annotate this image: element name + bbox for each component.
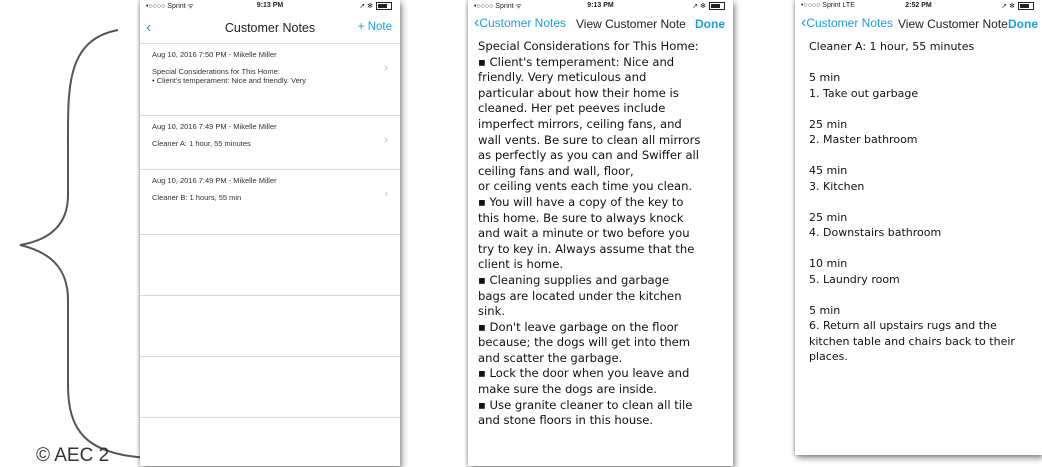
status-icons: ➚ ✻ <box>692 2 725 11</box>
copyright-text: © AEC 2 <box>36 445 110 466</box>
note-line: client is home. <box>478 257 564 272</box>
phone-screen-customer-notes: •○○○○ Sprint ᯤ 9:13 PM ➚ ✻ ‹ Customer No… <box>140 0 400 466</box>
step-task: 5. Laundry room <box>809 272 900 286</box>
step-duration: 10 min <box>809 257 848 270</box>
note-body: Special Considerations for This Home: ▪ C… <box>468 37 733 429</box>
phone-screen-view-note-schedule: •○○○○ Sprint LTE 2:52 PM ➚ ✻ ‹Customer N… <box>795 0 1042 455</box>
page-title: View Customer Note <box>576 17 686 31</box>
step-task: 2. Master bathroom <box>809 133 918 146</box>
status-bar: •○○○○ Sprint ᯤ 9:13 PM ➚ ✻ <box>140 0 400 13</box>
step-task: 4. Downstairs bathroom <box>809 226 942 239</box>
battery-icon <box>376 2 392 11</box>
note-meta: Aug 10, 2016 7:50 PM - Mikelle Miller <box>152 50 277 59</box>
empty-row <box>140 357 400 418</box>
page-title: View Customer Note <box>898 17 1008 31</box>
note-line: this home. Be sure to always knock <box>478 210 684 225</box>
add-note-button[interactable]: + Note <box>358 21 392 33</box>
step-task: 6. Return all upstairs rugs and the <box>809 319 997 332</box>
chevron-right-icon: › <box>384 188 388 200</box>
note-line: wall vents. Be sure to clean all mirrors <box>478 132 701 147</box>
note-line: make sure the dogs are inside. <box>478 382 657 397</box>
chevron-right-icon: › <box>384 134 388 146</box>
notes-list: Aug 10, 2016 7:50 PM - Mikelle Miller Sp… <box>140 44 400 418</box>
step-duration: 45 min <box>809 164 848 177</box>
note-line: Special Considerations for This Home: <box>478 39 699 53</box>
curly-brace-graphic <box>19 29 151 459</box>
note-line: try to key in. Always assume that the <box>478 241 695 256</box>
status-bar: •○○○○ Sprint ᯤ 9:13 PM ➚ ✻ <box>468 0 733 13</box>
note-preview: • Client's temperament: Nice and friendl… <box>152 76 306 85</box>
status-bar: •○○○○ Sprint LTE 2:52 PM ➚ ✻ <box>795 0 1042 13</box>
navigation-bar: ‹Customer Notes View Customer Note Done <box>795 13 1042 37</box>
note-line: ▪ Cleaning supplies and garbage <box>478 272 670 287</box>
note-preview: Special Considerations for This Home: <box>152 67 280 76</box>
done-button[interactable]: Done <box>695 17 725 31</box>
step-task: kitchen table and chairs back to their <box>809 334 1015 348</box>
note-line: ▪ Lock the door when you leave and <box>478 366 690 381</box>
back-button[interactable]: ‹Customer Notes <box>474 15 566 31</box>
chevron-right-icon: › <box>384 62 388 74</box>
step-duration: 5 min <box>809 303 841 317</box>
empty-row <box>140 235 400 296</box>
note-line: and wait a minute or two before you <box>478 226 690 241</box>
status-icons: ➚ ✻ <box>1001 2 1034 11</box>
empty-row <box>140 296 400 357</box>
note-line: ▪ Use granite cleaner to clean all tile <box>478 397 693 412</box>
note-line: and scatter the garbage. <box>478 350 623 365</box>
step-task: places. <box>809 350 848 363</box>
note-line: ▪ Client's temperament: Nice and <box>478 54 675 69</box>
schedule-body: Cleaner A: 1 hour, 55 minutes 5 min 1. Ta… <box>795 37 1042 365</box>
navigation-bar: ‹ Customer Notes + Note <box>140 13 400 44</box>
note-line: or ceiling vents each time you clean. <box>478 179 693 194</box>
note-line: bags are located under the kitchen <box>478 288 682 303</box>
note-line: ceiling fans and wall, floor, <box>478 163 634 178</box>
step-task: 1. Take out garbage <box>809 86 919 100</box>
list-item[interactable]: Aug 10, 2016 7:50 PM - Mikelle Miller Sp… <box>140 44 400 116</box>
note-line: ▪ Don't leave garbage on the floor <box>478 319 679 334</box>
battery-icon <box>709 2 725 11</box>
note-line: ▪ You will have a copy of the key to <box>478 194 684 209</box>
step-task: 3. Kitchen <box>809 179 865 193</box>
note-meta: Aug 10, 2016 7:49 PM - Mikelle Miller <box>152 122 277 131</box>
step-duration: 25 min <box>809 210 848 224</box>
navigation-bar: ‹Customer Notes View Customer Note Done <box>468 13 733 37</box>
note-line: imperfect mirrors, ceiling fans, and <box>478 116 682 131</box>
list-item[interactable]: Aug 10, 2016 7:49 PM - Mikelle Miller Cl… <box>140 170 400 235</box>
step-duration: 25 min <box>809 117 848 131</box>
note-line: particular about how their home is <box>478 85 679 100</box>
step-duration: 5 min <box>809 71 841 84</box>
note-line: friendly. Very meticulous and <box>478 70 647 85</box>
schedule-header: Cleaner A: 1 hour, 55 minutes <box>809 40 975 53</box>
back-button[interactable]: ‹Customer Notes <box>801 15 893 31</box>
note-line: and stone floors in this house. <box>478 413 654 428</box>
note-line: because; the dogs will get into them <box>478 335 691 350</box>
done-button[interactable]: Done <box>1008 17 1038 31</box>
note-meta: Aug 10, 2016 7:49 PM - Mikelle Miller <box>152 176 277 185</box>
list-item[interactable]: Aug 10, 2016 7:49 PM - Mikelle Miller Cl… <box>140 116 400 170</box>
note-line: sink. <box>478 304 506 319</box>
note-preview: Cleaner B: 1 hours, 55 min <box>152 193 242 202</box>
note-line: as perfectly as you can and Swiffer all <box>478 148 700 163</box>
note-preview: Cleaner A: 1 hour, 55 minutes <box>152 139 251 148</box>
battery-icon <box>1018 2 1034 11</box>
note-line: cleaned. Her pet peeves include <box>478 101 666 116</box>
status-icons: ➚ ✻ <box>359 2 392 11</box>
phone-screen-view-note-considerations: •○○○○ Sprint ᯤ 9:13 PM ➚ ✻ ‹Customer Not… <box>468 0 733 466</box>
